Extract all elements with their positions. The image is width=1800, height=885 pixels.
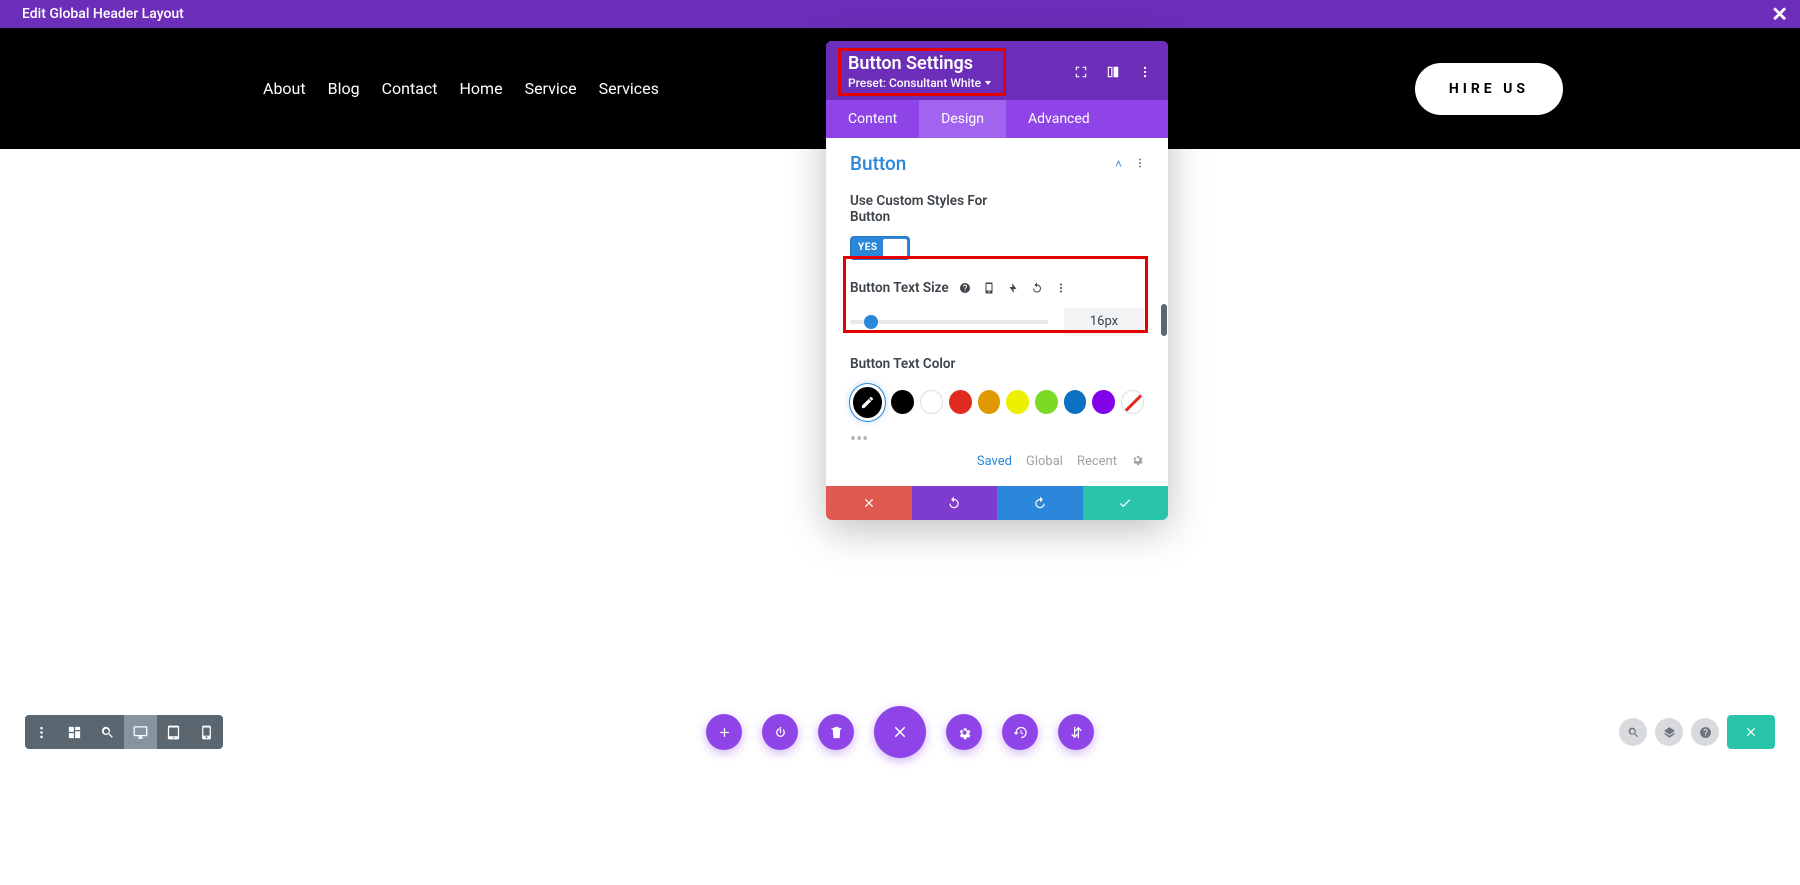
undo-button[interactable] [912, 486, 998, 520]
swatch-red[interactable] [949, 390, 972, 414]
confirm-button[interactable] [1083, 486, 1169, 520]
swatch-purple[interactable] [1092, 390, 1115, 414]
chevron-up-icon[interactable]: ˄ [1115, 157, 1122, 171]
expand-icon[interactable] [1106, 65, 1120, 79]
power-button[interactable] [762, 714, 798, 750]
nav-item-blog[interactable]: Blog [328, 79, 360, 98]
palette-gear-icon[interactable] [1131, 453, 1144, 470]
swatch-black[interactable] [891, 390, 914, 414]
tab-design[interactable]: Design [919, 100, 1006, 138]
editor-title: Edit Global Header Layout [22, 6, 184, 22]
swatch-transparent[interactable] [1121, 390, 1144, 414]
panel-tabs: Content Design Advanced [826, 100, 1168, 138]
swatch-yellow[interactable] [1006, 390, 1029, 414]
highlight-box-text-size [843, 256, 1148, 333]
phone-view-icon[interactable] [190, 715, 223, 749]
tablet-view-icon[interactable] [157, 715, 190, 749]
header-nav: About Blog Contact Home Service Services [263, 79, 659, 98]
swatch-orange[interactable] [978, 390, 1001, 414]
nav-item-home[interactable]: Home [460, 79, 503, 98]
hire-us-button[interactable]: HIRE US [1415, 63, 1563, 115]
palette-saved-link[interactable]: Saved [977, 454, 1012, 469]
more-vert-icon[interactable] [1138, 65, 1152, 79]
palette-recent-link[interactable]: Recent [1077, 454, 1117, 469]
text-color-label: Button Text Color [850, 356, 1144, 372]
swatch-green[interactable] [1035, 390, 1058, 414]
snap-icon[interactable] [1074, 65, 1088, 79]
more-colors-icon[interactable]: ••• [826, 433, 1168, 443]
layers-icon[interactable] [1655, 718, 1683, 746]
nav-item-services[interactable]: Services [599, 79, 659, 98]
close-editor-button[interactable]: ✕ [1771, 2, 1788, 26]
editor-top-bar: Edit Global Header Layout ✕ [0, 0, 1800, 28]
toolbar-more-icon[interactable] [25, 715, 58, 749]
history-button[interactable] [1002, 714, 1038, 750]
center-action-dock [706, 706, 1094, 758]
section-more-icon[interactable] [1134, 154, 1146, 173]
tab-content[interactable]: Content [826, 100, 919, 138]
right-dock [1619, 715, 1775, 749]
viewport-toolbar [25, 715, 223, 749]
highlight-box-title [838, 48, 1006, 96]
custom-styles-label: Use Custom Styles For Button [850, 193, 990, 225]
swatch-blue[interactable] [1064, 390, 1087, 414]
palette-global-link[interactable]: Global [1026, 454, 1063, 469]
cancel-button[interactable] [826, 486, 912, 520]
gear-button[interactable] [946, 714, 982, 750]
add-button[interactable] [706, 714, 742, 750]
panel-footer [826, 486, 1168, 520]
scrollbar-thumb[interactable] [1161, 304, 1167, 336]
swatch-white[interactable] [920, 390, 943, 414]
zoom-icon[interactable] [91, 715, 124, 749]
section-title[interactable]: Button [850, 152, 906, 175]
help2-icon[interactable] [1691, 718, 1719, 746]
desktop-view-icon[interactable] [124, 715, 157, 749]
nav-item-about[interactable]: About [263, 79, 306, 98]
zoom2-icon[interactable] [1619, 718, 1647, 746]
tab-advanced[interactable]: Advanced [1006, 100, 1112, 138]
color-picker-swatch[interactable] [850, 384, 885, 421]
trash-button[interactable] [818, 714, 854, 750]
close-dock-button[interactable] [874, 706, 926, 758]
wireframe-icon[interactable] [58, 715, 91, 749]
redo-button[interactable] [997, 486, 1083, 520]
sort-button[interactable] [1058, 714, 1094, 750]
nav-item-contact[interactable]: Contact [382, 79, 438, 98]
save-exit-button[interactable] [1727, 715, 1775, 749]
nav-item-service[interactable]: Service [525, 79, 577, 98]
